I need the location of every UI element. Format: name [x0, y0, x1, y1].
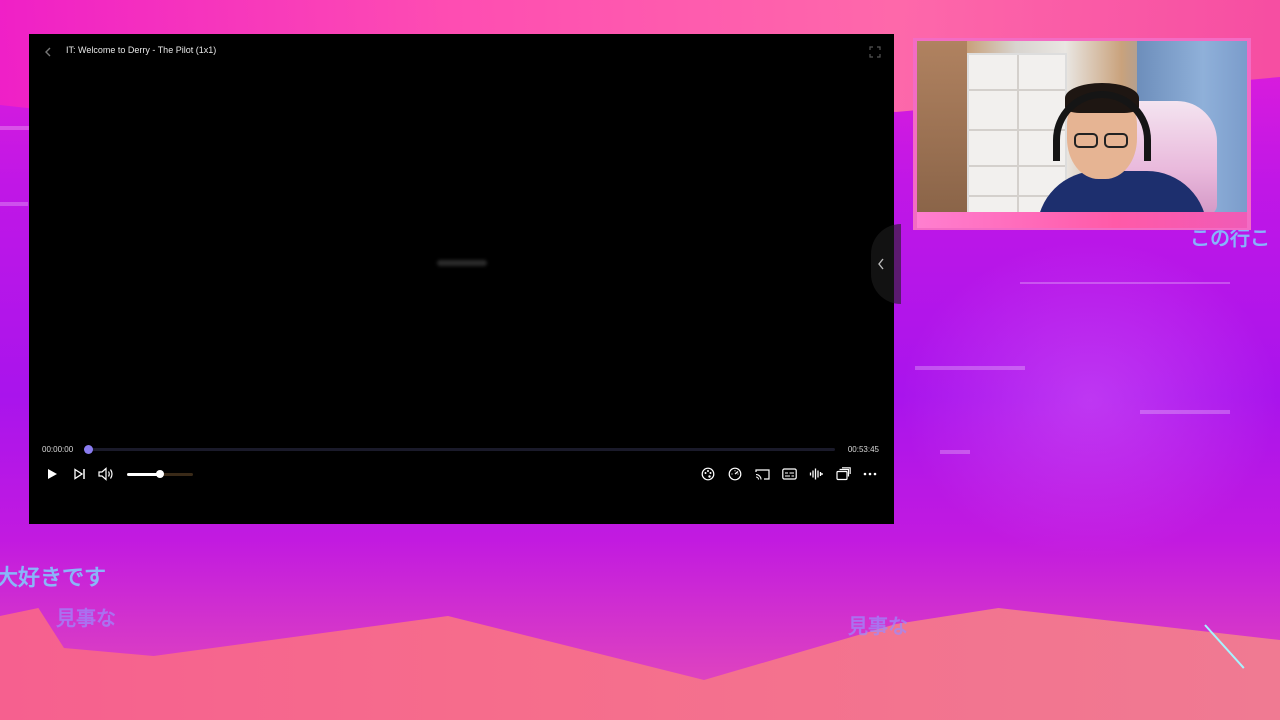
cast-button[interactable] — [754, 466, 770, 482]
glitch-line — [915, 366, 1025, 370]
volume-icon — [98, 467, 113, 481]
back-button[interactable] — [41, 45, 55, 59]
palette-icon — [701, 467, 715, 481]
webcam-wall — [917, 41, 967, 215]
overlay-japanese-text: 見事な — [56, 606, 116, 630]
progress-bar[interactable] — [84, 445, 835, 454]
webcam-feed — [917, 41, 1247, 215]
volume-thumb[interactable] — [156, 470, 164, 478]
webcam-glasses — [1072, 133, 1132, 149]
glitch-line — [0, 202, 28, 206]
episodes-icon — [835, 467, 851, 481]
total-duration: 00:53:45 — [847, 445, 879, 454]
next-episode-button[interactable] — [71, 466, 87, 482]
video-player[interactable]: IT: Welcome to Derry - The Pilot (1x1) 0… — [29, 34, 901, 524]
progress-thumb[interactable] — [84, 445, 93, 454]
theme-button[interactable] — [700, 466, 716, 482]
more-icon — [863, 472, 877, 476]
subtitles-button[interactable] — [781, 466, 797, 482]
speedometer-icon — [728, 467, 742, 481]
subtitles-icon — [781, 468, 797, 480]
volume-button[interactable] — [98, 466, 114, 482]
glitch-line — [1020, 282, 1230, 284]
chevron-left-icon — [45, 47, 51, 57]
background-glow — [900, 240, 1280, 560]
play-button[interactable] — [44, 466, 60, 482]
chevron-left-icon — [878, 258, 884, 270]
more-options-button[interactable] — [862, 466, 878, 482]
episodes-button[interactable] — [835, 466, 851, 482]
webcam-glitch-bar — [917, 212, 1247, 228]
cast-icon — [754, 468, 770, 480]
play-icon — [48, 469, 57, 479]
audio-track-icon — [809, 468, 823, 480]
overlay-japanese-text: 見事な — [848, 614, 908, 638]
audio-track-button[interactable] — [808, 466, 824, 482]
side-panel-toggle[interactable] — [871, 224, 901, 304]
fullscreen-icon — [869, 46, 881, 58]
glitch-line — [1140, 410, 1230, 414]
volume-slider[interactable] — [127, 470, 193, 478]
fullscreen-button[interactable] — [869, 45, 881, 58]
current-time: 00:00:00 — [42, 445, 74, 454]
overlay-japanese-text: 大好きです — [0, 566, 107, 591]
glitch-line — [940, 450, 970, 454]
skip-next-icon — [73, 468, 85, 480]
playback-speed-button[interactable] — [727, 466, 743, 482]
video-title: IT: Welcome to Derry - The Pilot (1x1) — [66, 45, 217, 55]
loading-indicator — [437, 260, 487, 266]
